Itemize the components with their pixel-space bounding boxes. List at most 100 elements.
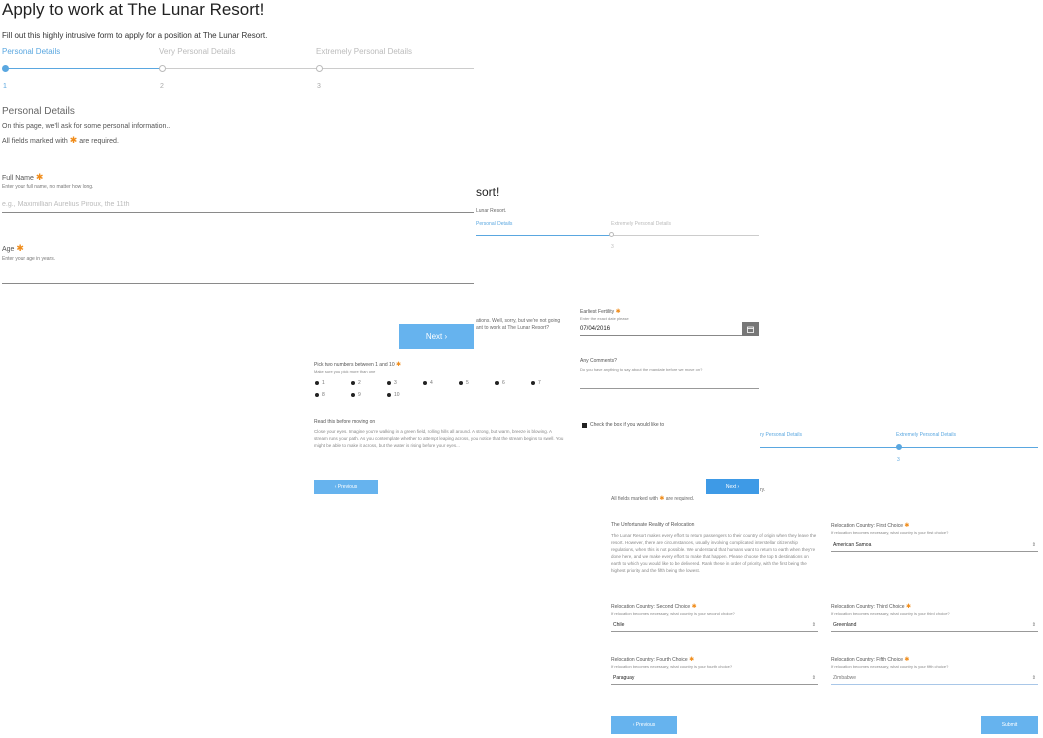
number-option-9[interactable]: 9 xyxy=(351,392,361,398)
reality-paragraph: The Lunar Resort makes every effort to r… xyxy=(611,533,817,573)
required-star-icon: ✱ xyxy=(16,243,24,253)
option-label: 10 xyxy=(394,392,400,398)
select-arrows-icon: ⇕ xyxy=(811,621,816,628)
radio-dot xyxy=(387,393,391,397)
age-label: Age ✱ xyxy=(2,243,24,254)
radio-dot xyxy=(387,381,391,385)
full-name-input[interactable] xyxy=(2,196,474,213)
option-label: 4 xyxy=(430,380,433,386)
full-name-help: Enter your full name, no matter how long… xyxy=(2,184,94,190)
step-dot-2[interactable] xyxy=(159,65,166,72)
page-title: Apply to work at The Lunar Resort! xyxy=(2,0,265,19)
next-button[interactable]: Next › xyxy=(706,479,759,494)
step-track-complete xyxy=(476,235,611,236)
second-choice-label-text: Relocation Country: Second Choice xyxy=(611,604,691,610)
step-label-extremely-personal[interactable]: Extremely Personal Details xyxy=(316,47,412,56)
step-label-extremely-personal[interactable]: Extremely Personal Details xyxy=(611,221,671,227)
read-paragraph: Close your eyes. Imagine you're walking … xyxy=(314,429,564,448)
age-help: Enter your age in years. xyxy=(2,256,56,262)
required-star-icon: ✱ xyxy=(69,135,78,145)
required-note: All fields marked with ✱ are required. xyxy=(2,135,119,146)
number-option-4[interactable]: 4 xyxy=(423,380,433,386)
step-dot-1[interactable] xyxy=(2,65,9,72)
fifth-choice-label: Relocation Country: Fifth Choice ✱ xyxy=(831,656,909,663)
third-choice-select[interactable]: Greenland ⇕ xyxy=(831,618,1038,632)
second-choice-label: Relocation Country: Second Choice ✱ xyxy=(611,603,697,610)
required-star-icon: ✱ xyxy=(615,309,621,315)
next-button[interactable]: Next › xyxy=(399,324,474,349)
fourth-choice-label-text: Relocation Country: Fourth Choice xyxy=(611,657,688,663)
step-label-extremely-personal[interactable]: Extremely Personal Details xyxy=(896,432,956,438)
third-choice-label: Relocation Country: Third Choice ✱ xyxy=(831,603,911,610)
section-description-line-1: ations. Well, sorry, but we're not going xyxy=(476,318,561,324)
step-number-3: 3 xyxy=(897,457,900,463)
fourth-choice-select[interactable]: Paraguay ⇕ xyxy=(611,671,818,685)
radio-dot xyxy=(351,393,355,397)
pick-numbers-label-text: Pick two numbers between 1 and 10 xyxy=(314,362,395,368)
trailing-fragment: ry. xyxy=(760,487,766,493)
fifth-choice-label-text: Relocation Country: Fifth Choice xyxy=(831,657,903,663)
pick-numbers-label: Pick two numbers between 1 and 10 ✱ xyxy=(314,361,401,368)
option-label: 9 xyxy=(358,392,361,398)
step-number-3: 3 xyxy=(611,244,614,250)
reality-title: The Unfortunate Reality of Relocation xyxy=(611,522,695,528)
number-option-6[interactable]: 6 xyxy=(495,380,505,386)
submit-button[interactable]: Submit xyxy=(981,716,1038,734)
selected-value: Chile xyxy=(613,621,625,628)
calendar-button[interactable] xyxy=(742,322,759,336)
first-choice-select[interactable]: American Samoa ⇕ xyxy=(831,539,1038,552)
selected-value: Paraguay xyxy=(613,674,635,681)
step-dot-3[interactable] xyxy=(316,65,323,72)
earliest-label-text: Earliest Fertility xyxy=(580,309,615,315)
second-choice-select[interactable]: Chile ⇕ xyxy=(611,618,818,632)
required-star-icon: ✱ xyxy=(35,172,44,182)
step-track-remaining xyxy=(611,235,759,236)
number-option-8[interactable]: 8 xyxy=(315,392,325,398)
number-option-3[interactable]: 3 xyxy=(387,380,397,386)
selected-value: American Samoa xyxy=(833,542,872,548)
option-label: 3 xyxy=(394,380,397,386)
previous-button[interactable]: ‹ Previous xyxy=(611,716,677,734)
step-track-complete xyxy=(5,68,162,69)
section-title: Personal Details xyxy=(2,106,75,117)
number-option-7[interactable]: 7 xyxy=(531,380,541,386)
required-star-icon: ✱ xyxy=(396,362,402,368)
comments-help: Do you have anything to say about the ma… xyxy=(580,367,703,372)
number-option-2[interactable]: 2 xyxy=(351,380,361,386)
step-dot-3[interactable] xyxy=(896,444,902,450)
radio-dot xyxy=(459,381,463,385)
required-star-icon: ✱ xyxy=(659,496,665,502)
age-input[interactable] xyxy=(2,268,474,284)
select-arrows-icon: ⇕ xyxy=(1031,674,1036,681)
selected-value: Greenland xyxy=(833,621,857,628)
step-label-very-personal[interactable]: Very Personal Details xyxy=(159,47,235,56)
calendar-icon xyxy=(747,326,754,333)
option-label: 6 xyxy=(502,380,505,386)
pick-numbers-help: Make sure you pick more than one xyxy=(314,369,376,374)
radio-dot xyxy=(531,381,535,385)
earliest-label: Earliest Fertility ✱ xyxy=(580,308,621,315)
required-star-icon: ✱ xyxy=(904,657,910,663)
number-option-1[interactable]: 1 xyxy=(315,380,325,386)
fourth-choice-help: If relocation becomes necessary, what co… xyxy=(611,664,733,669)
required-note-suffix: are required. xyxy=(79,138,119,145)
age-label-text: Age xyxy=(2,246,15,253)
number-option-10[interactable]: 10 xyxy=(387,392,400,398)
step-label-personal[interactable]: Personal Details xyxy=(476,221,512,227)
step-label-very-personal[interactable]: ry Personal Details xyxy=(760,432,802,438)
fourth-choice-label: Relocation Country: Fourth Choice ✱ xyxy=(611,656,694,663)
checkbox-label: Check the box if you would like to xyxy=(590,422,665,428)
select-arrows-icon: ⇕ xyxy=(1031,542,1036,548)
option-label: 1 xyxy=(322,380,325,386)
consent-checkbox-row[interactable]: Check the box if you would like to xyxy=(582,422,664,428)
previous-button[interactable]: ‹ Previous xyxy=(314,480,378,494)
step-label-personal[interactable]: Personal Details xyxy=(2,47,60,56)
select-arrows-icon: ⇕ xyxy=(1031,621,1036,628)
number-option-5[interactable]: 5 xyxy=(459,380,469,386)
checkbox[interactable] xyxy=(582,422,587,428)
required-note-suffix: are required. xyxy=(665,496,695,502)
step-dot-3[interactable] xyxy=(609,232,614,237)
comments-textarea[interactable] xyxy=(580,374,759,389)
date-input[interactable]: 07/04/2016 xyxy=(580,322,742,336)
fifth-choice-select[interactable]: Zimbabwe ⇕ xyxy=(831,671,1038,685)
